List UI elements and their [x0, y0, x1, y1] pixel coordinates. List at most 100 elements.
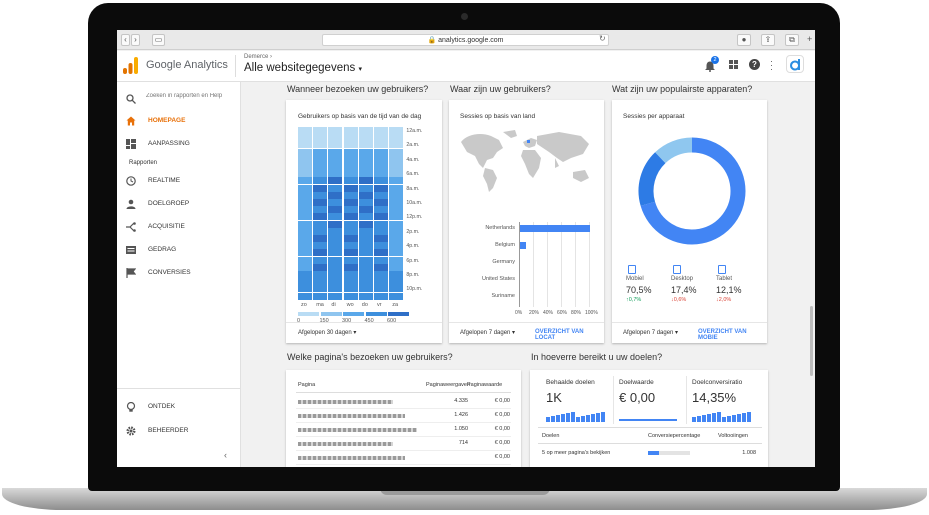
search-input[interactable]: [146, 90, 238, 102]
heatmap-cell: [358, 271, 373, 278]
country-bar[interactable]: [520, 242, 526, 249]
heatmap-cell: [328, 227, 343, 235]
table-header-divider: [296, 392, 511, 393]
device-change: ↓2,0%: [716, 297, 732, 303]
heatmap-cell: [343, 285, 358, 293]
sidebar-item-beheerder[interactable]: BEHEERDER: [117, 420, 241, 442]
blurred-page-url[interactable]: [298, 428, 417, 432]
heatmap-cell: [343, 249, 358, 257]
help-icon[interactable]: ?: [749, 59, 760, 70]
mobile-overview-link[interactable]: OVERZICHT VAN MOBIE: [698, 329, 767, 341]
breadcrumb[interactable]: Demerce ›: [244, 54, 272, 60]
device-donut-chart: [638, 137, 746, 245]
caret-down-icon: ▾: [358, 66, 362, 73]
blurred-page-url[interactable]: [298, 442, 393, 446]
heatmap-cell: [358, 285, 373, 293]
heatmap-cell: [358, 249, 373, 257]
tabs-icon[interactable]: ⧉: [785, 34, 799, 46]
sidebar-toggle-icon[interactable]: ▭: [152, 34, 165, 46]
blurred-page-url[interactable]: [298, 414, 405, 418]
blurred-page-url[interactable]: [298, 456, 405, 460]
blurred-page-url[interactable]: [298, 400, 393, 404]
clock-icon: [126, 176, 136, 186]
heatmap-cell: [389, 292, 404, 300]
sidebar: HOMEPAGE AANPASSING Rapporten REALTIME D…: [117, 82, 241, 467]
scrollbar[interactable]: [810, 306, 813, 376]
sidebar-divider: [117, 388, 241, 389]
collapse-sidebar-icon[interactable]: ‹: [224, 450, 227, 460]
reload-icon[interactable]: ↻: [599, 34, 606, 43]
day-label: zo: [301, 301, 307, 308]
heatmap-cell: [374, 148, 388, 156]
heatmap-cell: [298, 184, 312, 192]
more-menu-icon[interactable]: · · ·: [770, 57, 773, 74]
heatmap-cell: [328, 177, 343, 185]
sidebar-item-acquisitie[interactable]: ACQUISITIE: [117, 216, 241, 238]
day-label: vr: [377, 301, 382, 308]
grid-line: [589, 222, 590, 307]
visits-section-title: Wanneer bezoeken uw gebruikers?: [287, 84, 429, 94]
heatmap-cell: [343, 127, 358, 134]
kpi-sparkbar: [551, 416, 555, 422]
kpi-sparkbar: [737, 414, 741, 422]
sidebar-item-conversies[interactable]: CONVERSIES: [117, 262, 241, 284]
apps-grid-icon[interactable]: [729, 60, 738, 69]
donut-slice[interactable]: [655, 137, 693, 164]
hour-label: 6p.m.: [406, 257, 420, 264]
bell-icon[interactable]: 2: [705, 56, 719, 72]
new-tab-icon[interactable]: +: [807, 34, 812, 44]
heatmap-cell: [358, 235, 373, 242]
kpi-sparkbar: [601, 412, 605, 422]
heatmap-cell: [374, 220, 388, 228]
heatmap-cell: [313, 256, 328, 264]
sidebar-item-gedrag[interactable]: GEDRAG: [117, 239, 241, 261]
sidebar-item-aanpassing[interactable]: AANPASSING: [117, 133, 241, 155]
legend-swatch: [343, 311, 364, 316]
heatmap-cell: [389, 263, 404, 271]
address-bar[interactable]: 🔒 analytics.google.com: [322, 34, 609, 46]
kpi-sparkbar: [727, 416, 731, 422]
heatmap-cell: [313, 134, 328, 142]
heatmap-cell: [343, 199, 358, 206]
heatmap-cell: [328, 256, 343, 264]
account-selector[interactable]: Alle websitegegevens ▾: [244, 62, 362, 74]
hour-label: 10a.m.: [406, 200, 423, 206]
where-date-range[interactable]: Afgelopen 7 dagen ▾: [460, 329, 515, 336]
back-icon[interactable]: ‹: [121, 34, 130, 46]
row-divider: [296, 408, 511, 409]
sidebar-item-ontdek[interactable]: ONTDEK: [117, 396, 241, 418]
heatmap-cell: [374, 263, 388, 271]
heatmap-cell: [298, 285, 312, 293]
devices-date-range[interactable]: Afgelopen 7 dagen ▾: [623, 329, 678, 336]
download-icon[interactable]: ●: [737, 34, 751, 46]
heatmap-cell: [374, 134, 388, 142]
flag-icon: [126, 268, 136, 278]
row-divider: [296, 436, 511, 437]
avatar[interactable]: [786, 55, 804, 73]
share-icon[interactable]: ⇪: [761, 34, 775, 46]
donut-slice[interactable]: [638, 152, 666, 206]
heatmap-cell: [374, 141, 388, 149]
visits-date-range[interactable]: Afgelopen 30 dagen ▾: [298, 329, 356, 336]
heatmap-cell: [358, 170, 373, 178]
heatmap-cell: [358, 155, 373, 163]
kpi-sparkbar: [546, 417, 550, 422]
heatmap-cell: [343, 256, 358, 264]
hour-label: 12p.m.: [406, 214, 423, 221]
country-bar[interactable]: [520, 225, 590, 232]
page-value: € 0,00: [494, 398, 510, 404]
location-overview-link[interactable]: OVERZICHT VAN LOCAT: [535, 329, 604, 341]
hour-label: 4a.m.: [406, 156, 420, 163]
heatmap-cell: [298, 163, 312, 170]
page-views: 714: [458, 440, 468, 446]
heatmap-cell: [343, 184, 358, 192]
heatmap-cell: [298, 170, 312, 178]
sidebar-item-homepage[interactable]: HOMEPAGE: [117, 110, 241, 132]
page-views: 1.050: [454, 426, 468, 432]
heatmap-cell: [298, 191, 312, 199]
sidebar-item-doelgroep[interactable]: DOELGROEP: [117, 193, 241, 215]
forward-icon[interactable]: ›: [131, 34, 140, 46]
heatmap-cell: [313, 141, 328, 149]
day-label: wo: [346, 301, 354, 308]
sidebar-item-realtime[interactable]: REALTIME: [117, 170, 241, 192]
